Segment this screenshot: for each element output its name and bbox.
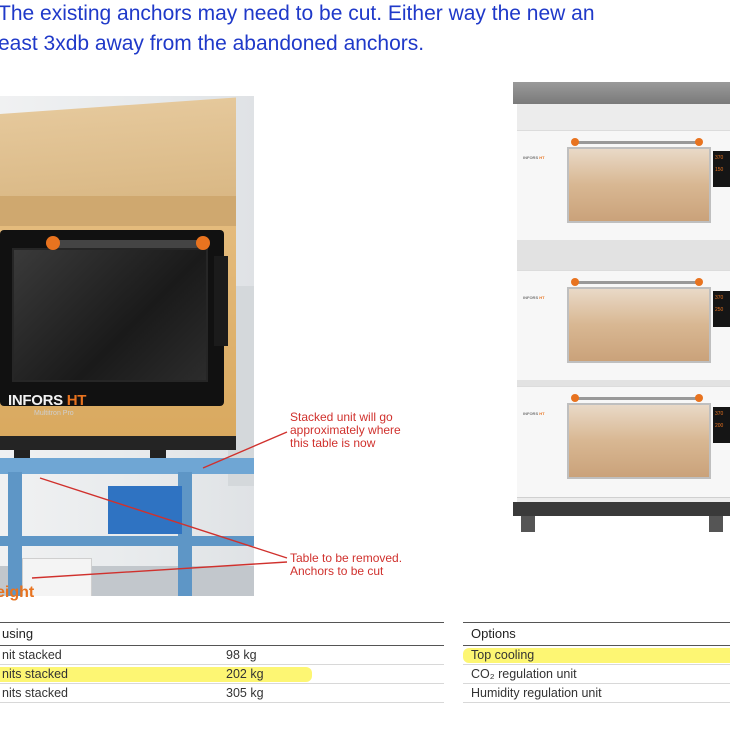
annotation-line: Anchors to be cut bbox=[290, 564, 384, 578]
incubator-on-table-photo: INFORS HT Multitron Pro bbox=[0, 96, 254, 596]
control-panel bbox=[214, 256, 228, 346]
unit-window bbox=[567, 403, 711, 479]
unit-knob bbox=[695, 278, 703, 286]
stacked-unit-3: INFORS HT 370 200 bbox=[517, 386, 730, 498]
blue-storage-bin bbox=[108, 486, 182, 534]
table-row-highlighted: Top cooling bbox=[463, 646, 730, 665]
incubator-base bbox=[0, 436, 236, 450]
annotation-stacked-unit: Stacked unit will go approximately where… bbox=[290, 411, 401, 450]
unit-knob bbox=[695, 394, 703, 402]
incubator-window bbox=[12, 248, 208, 382]
stacked-incubators-photo: INFORS HT 370 150 INFORS HT 370 250 INFO bbox=[513, 82, 730, 546]
unit-logo: INFORS HT bbox=[523, 411, 545, 416]
cabinet-foot bbox=[521, 516, 535, 532]
options-table: Options Top cooling CO₂ regulation unit … bbox=[463, 622, 730, 703]
unit-knob bbox=[571, 278, 579, 286]
row-value: 202 kg bbox=[226, 667, 264, 681]
row-label: nits stacked bbox=[2, 686, 69, 700]
unit-knob bbox=[571, 138, 579, 146]
row-value: 98 kg bbox=[226, 648, 257, 662]
unit-window bbox=[567, 147, 711, 223]
row-label: nit stacked bbox=[2, 648, 62, 662]
handle-knob-right bbox=[196, 236, 210, 250]
row-label: Humidity regulation unit bbox=[471, 686, 602, 700]
unit-display: 370 250 bbox=[713, 291, 730, 327]
unit-handle bbox=[575, 397, 699, 400]
unit-handle bbox=[575, 281, 699, 284]
table-row: Humidity regulation unit bbox=[463, 684, 730, 703]
cabinet-base bbox=[513, 502, 730, 516]
row-value: 305 kg bbox=[226, 686, 264, 700]
model-name: Multitron Pro bbox=[34, 410, 74, 417]
unit-spacer bbox=[517, 240, 730, 270]
infors-logo: INFORS HT bbox=[8, 392, 87, 409]
weight-section-heading: eight bbox=[0, 584, 35, 601]
table-row-highlighted: nits stacked 202 kg bbox=[0, 665, 444, 684]
unit-knob bbox=[571, 394, 579, 402]
row-label: nits stacked bbox=[2, 667, 69, 681]
table-shelf bbox=[0, 536, 254, 546]
table-header: using bbox=[0, 622, 444, 646]
document-page: The existing anchors may need to be cut.… bbox=[0, 0, 730, 730]
unit-display: 370 200 bbox=[713, 407, 730, 443]
intro-text-line-1: The existing anchors may need to be cut.… bbox=[0, 2, 595, 25]
cabinet-top bbox=[513, 82, 730, 104]
blue-table-top bbox=[0, 458, 254, 474]
annotation-table-removed: Table to be removed. Anchors to be cut bbox=[290, 552, 402, 578]
unit-logo: INFORS HT bbox=[523, 295, 545, 300]
cabinet-foot bbox=[709, 516, 723, 532]
table-row: CO₂ regulation unit bbox=[463, 665, 730, 684]
table-row: nits stacked 305 kg bbox=[0, 684, 444, 703]
door-handle bbox=[52, 240, 200, 248]
stacked-unit-1: INFORS HT 370 150 bbox=[517, 130, 730, 242]
intro-text-line-2: east 3xdb away from the abandoned anchor… bbox=[0, 32, 425, 55]
table-row: nit stacked 98 kg bbox=[0, 646, 444, 665]
row-label: CO₂ regulation unit bbox=[471, 667, 577, 681]
unit-handle bbox=[575, 141, 699, 144]
table-header: Options bbox=[463, 622, 730, 646]
annotation-line: this table is now bbox=[290, 436, 376, 450]
stacked-unit-2: INFORS HT 370 250 bbox=[517, 270, 730, 382]
unit-knob bbox=[695, 138, 703, 146]
unit-display: 370 150 bbox=[713, 151, 730, 187]
unit-window bbox=[567, 287, 711, 363]
unit-logo: INFORS HT bbox=[523, 155, 545, 160]
housing-weight-table: using nit stacked 98 kg nits stacked 202… bbox=[0, 622, 444, 703]
row-label: Top cooling bbox=[471, 648, 535, 662]
handle-knob-left bbox=[46, 236, 60, 250]
table-leg bbox=[8, 472, 22, 596]
